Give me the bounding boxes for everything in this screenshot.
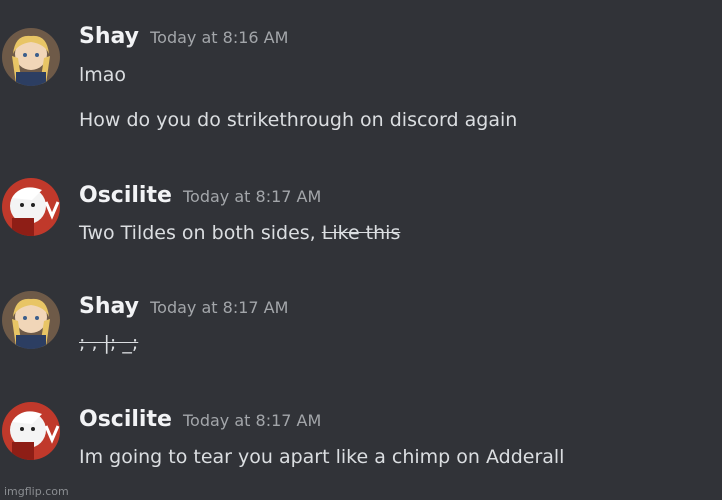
shay-avatar-icon[interactable]	[2, 291, 60, 349]
username[interactable]: Shay	[79, 294, 139, 319]
oscilite-avatar-icon[interactable]	[2, 178, 60, 236]
chat-message-list: Shay Today at 8:16 AM lmao How do you do…	[0, 0, 722, 500]
message-header: Oscilite Today at 8:17 AM	[79, 183, 321, 208]
timestamp: Today at 8:17 AM	[183, 187, 322, 206]
shay-avatar-icon[interactable]	[2, 28, 60, 86]
message-header: Shay Today at 8:16 AM	[79, 24, 288, 49]
message-header: Oscilite Today at 8:17 AM	[79, 407, 321, 432]
strikethrough-text: Like this	[321, 222, 401, 244]
timestamp: Today at 8:16 AM	[150, 28, 289, 47]
strikethrough-text: ; , |; _;	[79, 332, 139, 354]
watermark: imgflip.com	[4, 485, 69, 498]
username[interactable]: Shay	[79, 24, 139, 49]
username[interactable]: Oscilite	[79, 183, 172, 208]
username[interactable]: Oscilite	[79, 407, 172, 432]
oscilite-avatar-icon[interactable]	[2, 402, 60, 460]
timestamp: Today at 8:17 AM	[183, 411, 322, 430]
message-header: Shay Today at 8:17 AM	[79, 294, 288, 319]
message-text: How do you do strikethrough on discord a…	[79, 109, 518, 131]
message-text: Im going to tear you apart like a chimp …	[79, 446, 565, 468]
message-text: lmao	[79, 64, 127, 86]
timestamp: Today at 8:17 AM	[150, 298, 289, 317]
message-text-plain: Two Tildes on both sides,	[79, 222, 322, 244]
message-text: Two Tildes on both sides, Like this	[79, 222, 400, 244]
